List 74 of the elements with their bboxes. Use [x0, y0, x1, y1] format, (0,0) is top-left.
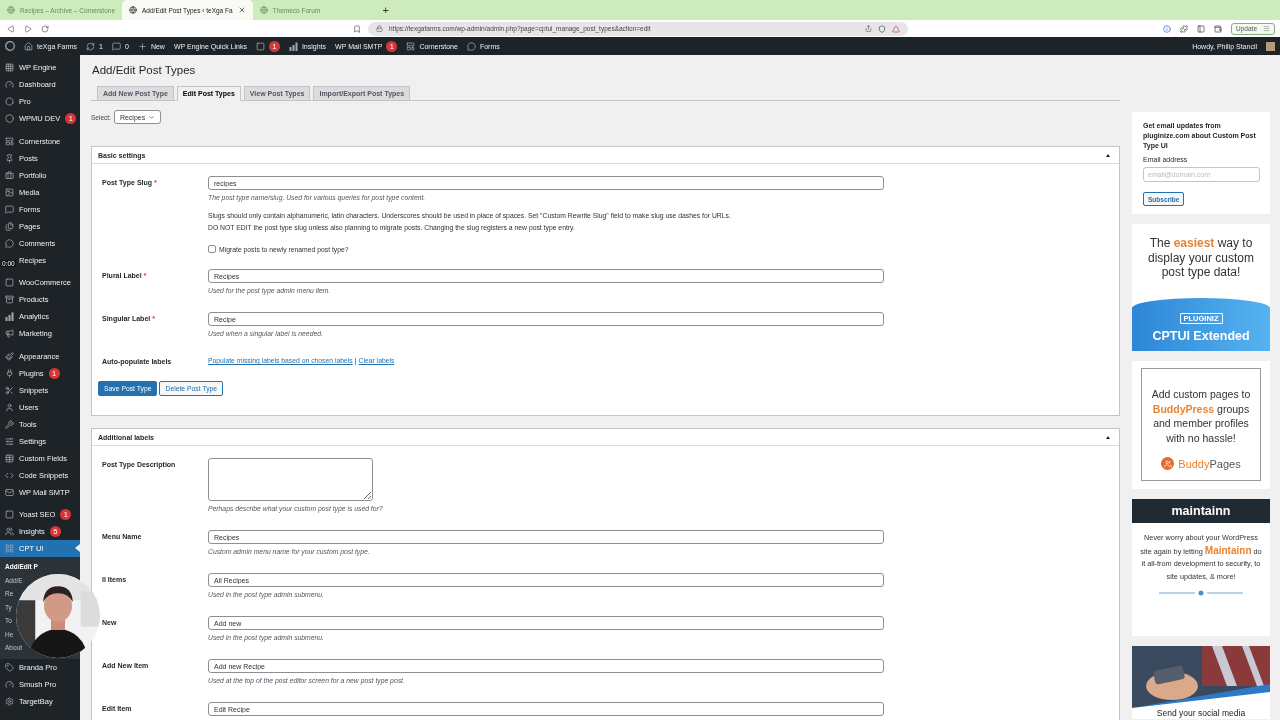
- circle-icon: [5, 114, 14, 123]
- megaphone-icon: [5, 329, 14, 338]
- comment-icon: [5, 238, 14, 248]
- checkbox[interactable]: [208, 245, 216, 253]
- square-icon: [5, 510, 14, 519]
- pages-icon: [5, 221, 14, 231]
- plus-icon: [137, 41, 147, 51]
- page-title: Add/Edit Post Types: [92, 64, 197, 77]
- back-icon: [7, 24, 15, 33]
- table-icon: [5, 453, 14, 463]
- pin-icon: [5, 153, 14, 163]
- sliders-icon: [5, 436, 14, 446]
- forward-icon: [24, 24, 32, 33]
- home-icon: [24, 41, 33, 51]
- grid-icon: [5, 544, 14, 553]
- puzzle-icon: [1180, 24, 1189, 33]
- speech-bubble-icon: [466, 41, 476, 51]
- reload-icon: [41, 24, 49, 33]
- lock-icon: [376, 25, 383, 32]
- scissors-icon: [5, 385, 14, 395]
- logo-text: BuddyPages: [1178, 457, 1241, 470]
- code-icon: [5, 470, 14, 480]
- comment-icon: [112, 41, 121, 51]
- menu-icon: [1263, 25, 1270, 32]
- gauge-icon: [5, 679, 14, 689]
- bookmark-icon: [353, 24, 361, 33]
- tag-icon: [5, 662, 14, 672]
- globe-icon: [129, 6, 138, 14]
- collapse-toggle[interactable]: [1106, 153, 1110, 157]
- ad-headline: Add custom pages to BuddyPress groups and member profiles with no hassle!: [1150, 387, 1252, 445]
- menu-pointer: [75, 544, 80, 552]
- collapse-toggle[interactable]: [1106, 435, 1110, 439]
- hexagon-icon: [5, 97, 14, 106]
- close-icon: [237, 6, 246, 14]
- people-icon: [5, 527, 14, 536]
- mail-icon: [5, 487, 14, 497]
- bar-chart-icon: [5, 312, 14, 321]
- gauge-icon: [5, 80, 14, 89]
- globe-icon: [259, 6, 268, 14]
- ad-banner[interactable]: Add custom pages to BuddyPress groups and member profiles with no hassle! BuddyPages: [1132, 361, 1270, 489]
- triangle-icon: [892, 24, 900, 33]
- speech-bubble-icon: [5, 204, 14, 214]
- ad-headline: The easiest way to display your custom post type data!: [1146, 236, 1255, 280]
- refresh-icon: [86, 41, 96, 51]
- avatar: [1266, 41, 1275, 51]
- archive-icon: [5, 295, 14, 304]
- description-field[interactable]: [208, 458, 373, 501]
- ad-caption: Send your social media: [1156, 708, 1246, 719]
- info-icon: [1163, 24, 1172, 33]
- gear-icon: [5, 696, 14, 706]
- chevron-down-icon: [148, 113, 156, 121]
- ad-banner[interactable]: Send your social media: [1132, 646, 1270, 719]
- wallet-icon: [1214, 24, 1223, 33]
- square-icon: [5, 278, 14, 287]
- wrench-icon: [5, 419, 14, 429]
- globe-icon: [7, 6, 15, 14]
- plug-icon: [5, 368, 14, 378]
- paintbrush-icon: [5, 351, 14, 361]
- layout-icon: [5, 136, 14, 146]
- brand-name: maintainn: [1171, 504, 1231, 518]
- share-icon: [865, 25, 872, 32]
- image-icon: [5, 187, 14, 197]
- product-name: CPTUI Extended: [1152, 328, 1250, 343]
- new-tab-button[interactable]: +: [382, 4, 390, 16]
- sidebar-icon: [1197, 24, 1206, 33]
- shield-icon: [878, 24, 886, 33]
- layout-icon: [406, 41, 416, 51]
- bar-chart-icon: [288, 41, 298, 51]
- people-logo-icon: [1161, 457, 1175, 470]
- grid-icon: [5, 63, 14, 72]
- user-icon: [5, 402, 14, 412]
- logo-icon: [5, 41, 15, 51]
- briefcase-icon: [5, 170, 14, 180]
- square-icon: [255, 41, 265, 51]
